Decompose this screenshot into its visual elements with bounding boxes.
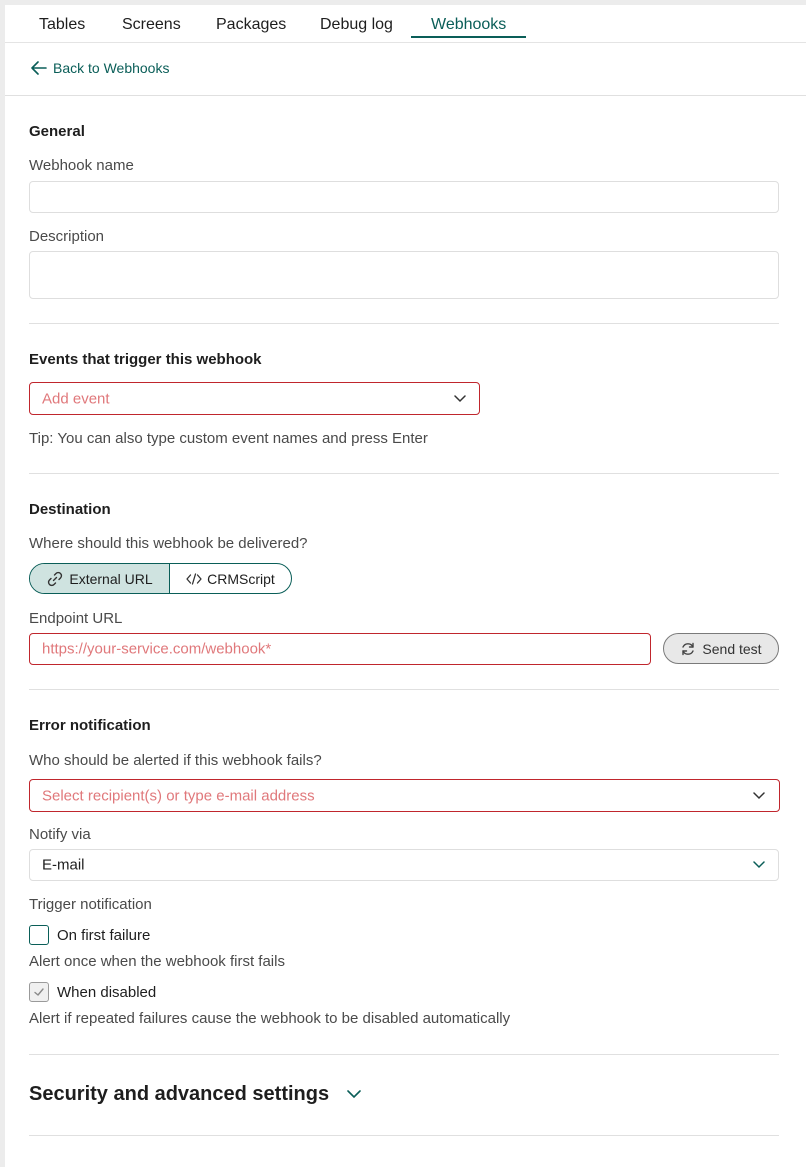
add-event-select[interactable]: Add event [29,382,480,415]
link-icon [48,571,63,586]
trigger-notification-label: Trigger notification [29,896,152,913]
crmscript-label: CRMScript [207,570,275,587]
back-bar: Back to Webhooks [5,43,806,96]
description-input[interactable] [29,251,779,299]
chevron-down-icon [753,861,765,869]
events-section-title: Events that trigger this webhook [29,351,262,368]
advanced-settings-title: Security and advanced settings [29,1083,330,1105]
webhook-name-input[interactable] [29,181,779,213]
destination-section-title: Destination [29,501,111,518]
divider [29,323,779,324]
notify-via-value: E-mail [42,856,85,874]
divider [29,689,779,690]
tab-webhooks[interactable]: Webhooks [431,16,506,34]
chevron-down-icon [753,791,765,799]
external-url-label: External URL [69,570,153,587]
divider [29,473,779,474]
divider [29,1054,779,1055]
when-disabled-label: When disabled [57,984,157,1001]
chevron-down-icon [347,1090,361,1099]
tab-screens[interactable]: Screens [122,16,181,34]
tab-bar: Tables Screens Packages Debug log Webhoo… [5,5,806,43]
endpoint-url-placeholder: https://your-service.com/webhook* [42,640,272,658]
first-failure-label: On first failure [57,927,151,944]
add-event-placeholder: Add event [42,390,110,407]
general-section-title: General [29,123,85,140]
tab-tables[interactable]: Tables [39,16,85,34]
events-tip: Tip: You can also type custom event name… [29,430,428,447]
endpoint-url-label: Endpoint URL [29,610,123,627]
refresh-icon [682,642,695,655]
description-label: Description [29,228,105,245]
active-tab-indicator [411,36,526,38]
send-test-label: Send test [702,640,762,657]
tab-packages[interactable]: Packages [216,16,286,34]
notify-via-select[interactable]: E-mail [29,849,779,881]
error-notification-question: Who should be alerted if this webhook fa… [29,752,322,769]
notify-via-label: Notify via [29,826,91,843]
check-icon [34,988,44,996]
crmscript-option[interactable]: CRMScript [170,564,291,593]
first-failure-hint: Alert once when the webhook first fails [29,953,285,970]
when-disabled-checkbox[interactable] [29,982,49,1002]
webhook-name-label: Webhook name [29,157,134,174]
divider [29,1135,779,1136]
webhook-editor-page: Tables Screens Packages Debug log Webhoo… [5,5,806,1167]
external-url-option[interactable]: External URL [30,564,170,593]
tab-debug-log[interactable]: Debug log [320,16,393,34]
arrow-left-icon [31,61,47,75]
send-test-button[interactable]: Send test [663,633,779,664]
recipient-placeholder: Select recipient(s) or type e-mail addre… [42,787,315,804]
destination-question: Where should this webhook be delivered? [29,535,308,552]
recipient-select[interactable]: Select recipient(s) or type e-mail addre… [29,779,780,812]
chevron-down-icon [454,394,466,402]
first-failure-checkbox[interactable] [29,925,49,945]
back-to-webhooks-link[interactable]: Back to Webhooks [31,60,169,76]
back-link-label: Back to Webhooks [53,60,170,76]
advanced-settings-toggle[interactable]: Security and advanced settings [29,1083,361,1106]
endpoint-url-input[interactable]: https://your-service.com/webhook* [29,633,651,665]
error-notification-section-title: Error notification [29,717,151,734]
code-icon [186,572,202,585]
when-disabled-hint: Alert if repeated failures cause the web… [29,1010,511,1027]
destination-type-toggle: External URL CRMScript [29,563,292,594]
